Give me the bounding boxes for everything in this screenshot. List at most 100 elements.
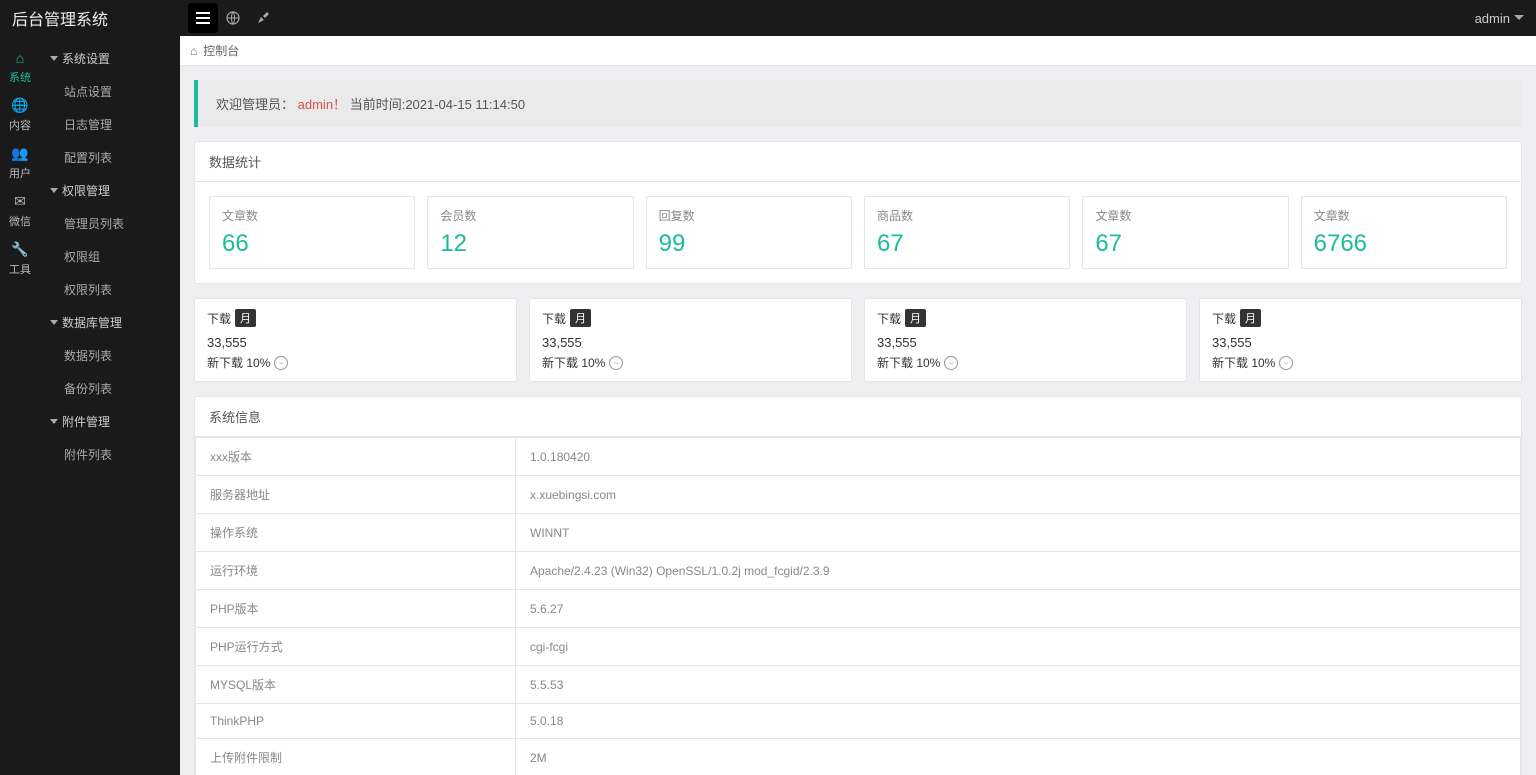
sysinfo-key: 上传附件限制 xyxy=(196,739,516,775)
app-logo: 后台管理系统 xyxy=(12,6,108,30)
main-area: ⌂ 控制台 欢迎管理员： admin！ 当前时间:2021-04-15 11:1… xyxy=(180,36,1536,775)
stats-panel: 数据统计 文章数66 会员数12 回复数99 商品数67 文章数67 文章数67… xyxy=(194,141,1522,284)
sysinfo-key: 服务器地址 xyxy=(196,476,516,514)
stat-label: 回复数 xyxy=(659,207,839,224)
sidebar-group-permission[interactable]: 权限管理 xyxy=(40,174,180,207)
stat-value: 6766 xyxy=(1314,230,1494,258)
theme-button[interactable] xyxy=(248,3,278,33)
rail-item-users[interactable]: 👥 用户 xyxy=(0,139,40,187)
table-row: 操作系统WINNT xyxy=(196,514,1521,552)
rail-item-tools[interactable]: 🔧 工具 xyxy=(0,235,40,283)
caret-icon xyxy=(50,320,58,325)
download-box: 下载月 33,555 新下载 10%⌣ xyxy=(194,298,517,382)
table-row: xxx版本1.0.180420 xyxy=(196,438,1521,476)
sysinfo-value: 5.0.18 xyxy=(516,704,1521,739)
sidebar-group-system[interactable]: 系统设置 xyxy=(40,42,180,75)
tab-control[interactable]: 控制台 xyxy=(203,42,239,59)
sysinfo-panel: 系统信息 xxx版本1.0.180420服务器地址x.xuebingsi.com… xyxy=(194,396,1522,775)
sysinfo-key: PHP运行方式 xyxy=(196,628,516,666)
dl-badge: 月 xyxy=(1240,309,1261,327)
dl-num: 33,555 xyxy=(207,335,504,350)
dl-sub: 新下载 10% xyxy=(1212,354,1275,371)
sidebar-item[interactable]: 配置列表 xyxy=(40,141,180,174)
dl-title: 下载 xyxy=(542,310,566,327)
caret-down-icon xyxy=(1514,15,1524,21)
smile-icon: ⌣ xyxy=(1279,356,1293,370)
dl-title: 下载 xyxy=(1212,310,1236,327)
brush-icon xyxy=(256,11,270,25)
welcome-notice: 欢迎管理员： admin！ 当前时间:2021-04-15 11:14:50 xyxy=(194,80,1522,127)
sidebar-item[interactable]: 站点设置 xyxy=(40,75,180,108)
rail-item-wechat[interactable]: ✉ 微信 xyxy=(0,187,40,235)
smile-icon: ⌣ xyxy=(944,356,958,370)
stat-card: 文章数6766 xyxy=(1301,196,1507,269)
stat-value: 67 xyxy=(1095,230,1275,258)
home-icon: ⌂ xyxy=(190,44,197,58)
globe-button[interactable] xyxy=(218,3,248,33)
download-row: 下载月 33,555 新下载 10%⌣ 下载月 33,555 新下载 10%⌣ … xyxy=(194,298,1522,382)
sidebar-item[interactable]: 权限列表 xyxy=(40,273,180,306)
dl-sub: 新下载 10% xyxy=(542,354,605,371)
dl-badge: 月 xyxy=(570,309,591,327)
table-row: 运行环境Apache/2.4.23 (Win32) OpenSSL/1.0.2j… xyxy=(196,552,1521,590)
sidebar-group-label: 数据库管理 xyxy=(62,314,122,331)
stat-card: 商品数67 xyxy=(864,196,1070,269)
dl-sub: 新下载 10% xyxy=(207,354,270,371)
caret-icon xyxy=(50,188,58,193)
sysinfo-value: 2M xyxy=(516,739,1521,775)
stat-label: 文章数 xyxy=(1095,207,1275,224)
stat-card: 文章数 66 xyxy=(209,196,415,269)
sysinfo-value: x.xuebingsi.com xyxy=(516,476,1521,514)
sysinfo-value: 5.5.53 xyxy=(516,666,1521,704)
smile-icon: ⌣ xyxy=(609,356,623,370)
rail-item-content[interactable]: 🌐 内容 xyxy=(0,91,40,139)
rail-item-system[interactable]: ⌂ 系统 xyxy=(0,44,40,91)
dl-badge: 月 xyxy=(235,309,256,327)
sidebar-group-label: 附件管理 xyxy=(62,413,110,430)
content-scroll[interactable]: 欢迎管理员： admin！ 当前时间:2021-04-15 11:14:50 数… xyxy=(180,66,1536,775)
sidebar-item[interactable]: 数据列表 xyxy=(40,339,180,372)
sysinfo-value: WINNT xyxy=(516,514,1521,552)
welcome-time-value: 2021-04-15 11:14:50 xyxy=(405,97,525,112)
menu-toggle-button[interactable] xyxy=(188,3,218,33)
sysinfo-table: xxx版本1.0.180420服务器地址x.xuebingsi.com操作系统W… xyxy=(195,437,1521,775)
sidebar-group-attachment[interactable]: 附件管理 xyxy=(40,405,180,438)
sidebar-item[interactable]: 备份列表 xyxy=(40,372,180,405)
globe-icon: 🌐 xyxy=(11,97,28,114)
sidebar-group-database[interactable]: 数据库管理 xyxy=(40,306,180,339)
icon-rail: ⌂ 系统 🌐 内容 👥 用户 ✉ 微信 🔧 工具 xyxy=(0,36,40,775)
table-row: PHP版本5.6.27 xyxy=(196,590,1521,628)
welcome-time-label: 当前时间: xyxy=(350,97,406,112)
stats-title: 数据统计 xyxy=(195,142,1521,182)
welcome-admin: admin！ xyxy=(298,97,346,112)
sidebar-group-label: 权限管理 xyxy=(62,182,110,199)
dl-title: 下载 xyxy=(207,310,231,327)
stat-value: 66 xyxy=(222,230,402,258)
table-row: ThinkPHP5.0.18 xyxy=(196,704,1521,739)
dl-num: 33,555 xyxy=(1212,335,1509,350)
sidebar-item[interactable]: 管理员列表 xyxy=(40,207,180,240)
stat-card: 回复数99 xyxy=(646,196,852,269)
sidebar-item[interactable]: 附件列表 xyxy=(40,438,180,471)
sidebar-item[interactable]: 权限组 xyxy=(40,240,180,273)
user-menu[interactable]: admin xyxy=(1475,11,1524,26)
dl-num: 33,555 xyxy=(542,335,839,350)
sysinfo-title: 系统信息 xyxy=(195,397,1521,437)
stat-label: 文章数 xyxy=(222,207,402,224)
welcome-prefix: 欢迎管理员： xyxy=(216,97,294,112)
sysinfo-key: MYSQL版本 xyxy=(196,666,516,704)
stat-card: 文章数 67 xyxy=(1082,196,1288,269)
table-row: MYSQL版本5.5.53 xyxy=(196,666,1521,704)
sysinfo-value: Apache/2.4.23 (Win32) OpenSSL/1.0.2j mod… xyxy=(516,552,1521,590)
stats-row: 文章数66 会员数12 回复数99 商品数67 文章数67 文章数6766 xyxy=(209,196,1507,269)
dl-sub: 新下载 10% xyxy=(877,354,940,371)
sidebar-item[interactable]: 日志管理 xyxy=(40,108,180,141)
stat-value: 67 xyxy=(877,230,1057,258)
caret-icon xyxy=(50,419,58,424)
table-row: 服务器地址x.xuebingsi.com xyxy=(196,476,1521,514)
globe-icon xyxy=(226,11,240,25)
user-name: admin xyxy=(1475,11,1510,26)
dl-badge: 月 xyxy=(905,309,926,327)
tab-bar: ⌂ 控制台 xyxy=(180,36,1536,66)
download-box: 下载月 33,555 新下载 10%⌣ xyxy=(864,298,1187,382)
